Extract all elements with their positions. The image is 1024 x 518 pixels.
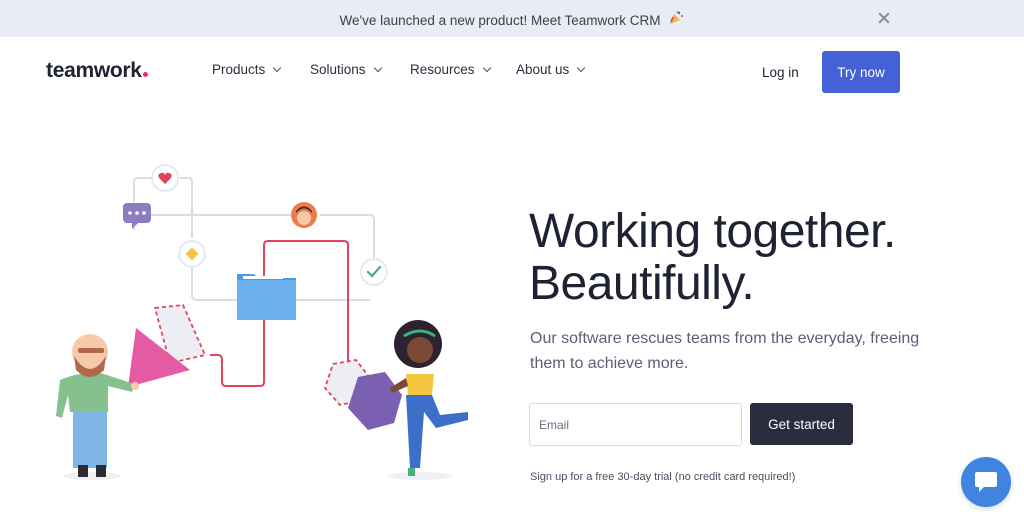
avatar-node bbox=[291, 202, 317, 228]
party-popper-icon bbox=[668, 10, 684, 28]
nav-solutions[interactable]: Solutions bbox=[310, 62, 382, 77]
site-header: teamwork Products Solutions Resources Ab… bbox=[0, 37, 1024, 107]
man-character bbox=[56, 334, 139, 480]
logo-text: teamwork bbox=[46, 59, 142, 82]
nav-products[interactable]: Products bbox=[212, 62, 282, 77]
chat-node bbox=[123, 203, 151, 229]
diamond-node bbox=[178, 240, 206, 268]
heart-node bbox=[151, 164, 179, 192]
announcement-bar: We've launched a new product! Meet Teamw… bbox=[0, 0, 1024, 37]
login-link[interactable]: Log in bbox=[762, 65, 799, 80]
hexagon-shapes bbox=[323, 359, 402, 430]
announcement-text[interactable]: We've launched a new product! Meet Teamw… bbox=[340, 13, 661, 28]
hero-title-line-2: Beautifully. bbox=[529, 257, 755, 310]
hero-illustration bbox=[56, 164, 468, 480]
announcement-text-wrap[interactable]: We've launched a new product! Meet Teamw… bbox=[0, 10, 1024, 28]
triangle-shapes bbox=[128, 304, 207, 387]
chevron-down-icon bbox=[373, 63, 382, 73]
chevron-down-icon bbox=[482, 63, 491, 73]
nav-label: Solutions bbox=[310, 62, 366, 77]
folder-icon bbox=[237, 274, 296, 320]
hero-title-line-1: Working together. bbox=[529, 205, 896, 258]
try-now-button[interactable]: Try now bbox=[822, 51, 900, 93]
nav-about-us[interactable]: About us bbox=[516, 62, 586, 77]
check-node bbox=[360, 258, 388, 286]
chevron-down-icon bbox=[577, 63, 586, 73]
logo-dot bbox=[142, 72, 148, 77]
hero-subtitle: Our software rescues teams from the ever… bbox=[530, 330, 920, 372]
chat-bubble-icon bbox=[975, 472, 997, 492]
chat-widget-button[interactable] bbox=[961, 457, 1011, 507]
trial-note: Sign up for a free 30-day trial (no cred… bbox=[530, 471, 796, 483]
email-field[interactable] bbox=[529, 403, 742, 446]
nav-label: Products bbox=[212, 62, 266, 77]
nav-label: About us bbox=[516, 62, 570, 77]
nav-label: Resources bbox=[410, 62, 475, 77]
nav-resources[interactable]: Resources bbox=[410, 62, 491, 77]
close-icon[interactable] bbox=[877, 11, 891, 25]
teamwork-logo[interactable]: teamwork bbox=[46, 59, 148, 83]
hero-title: Working together. Beautifully. bbox=[529, 206, 896, 310]
chevron-down-icon bbox=[273, 63, 282, 73]
get-started-button[interactable]: Get started bbox=[750, 403, 853, 445]
